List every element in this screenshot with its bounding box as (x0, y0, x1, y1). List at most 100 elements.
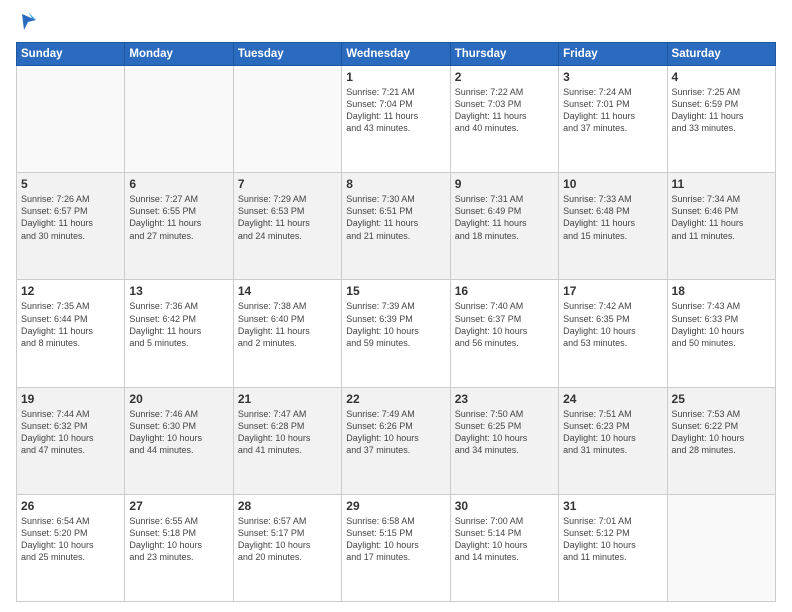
weekday-header-thursday: Thursday (450, 43, 558, 66)
calendar-cell-1-1: 6Sunrise: 7:27 AM Sunset: 6:55 PM Daylig… (125, 173, 233, 280)
cell-daylight-info: Sunrise: 7:44 AM Sunset: 6:32 PM Dayligh… (21, 408, 120, 457)
header (16, 10, 776, 34)
day-number: 9 (455, 177, 554, 191)
calendar-cell-0-3: 1 Sunrise: 7:21 AM Sunset: 7:04 PM Daylig… (342, 66, 450, 173)
day-number: 15 (346, 284, 445, 298)
calendar-header-row: SundayMondayTuesdayWednesdayThursdayFrid… (17, 43, 776, 66)
day-number: 7 (238, 177, 337, 191)
calendar-cell-1-0: 5 Sunrise: 7:26 AM Sunset: 6:57 PM Daylig… (17, 173, 125, 280)
day-number: 11 (672, 177, 771, 191)
cell-daylight-info: Sunrise: 7:34 AM Sunset: 6:46 PM Dayligh… (672, 193, 771, 242)
cell-daylight-info: Sunrise: 6:55 AM Sunset: 5:18 PM Dayligh… (129, 515, 228, 564)
cell-daylight-info: Sunrise: 7:33 AM Sunset: 6:48 PM Dayligh… (563, 193, 662, 242)
calendar-cell-0-6: 4 Sunrise: 7:25 AM Sunset: 6:59 PM Daylig… (667, 66, 775, 173)
day-number: 14 (238, 284, 337, 298)
calendar-cell-2-1: 13 Sunrise: 7:36 AM Sunset: 6:42 PM Dayli… (125, 280, 233, 387)
cell-daylight-info: Sunrise: 6:54 AM Sunset: 5:20 PM Dayligh… (21, 515, 120, 564)
calendar-cell-0-1 (125, 66, 233, 173)
calendar-cell-2-2: 14 Sunrise: 7:38 AM Sunset: 6:40 PM Dayli… (233, 280, 341, 387)
cell-daylight-info: Sunrise: 7:51 AM Sunset: 6:23 PM Dayligh… (563, 408, 662, 457)
calendar-cell-4-0: 26 Sunrise: 6:54 AM Sunset: 5:20 PM Dayli… (17, 494, 125, 601)
logo-bird-icon (18, 10, 38, 34)
weekday-header-sunday: Sunday (17, 43, 125, 66)
calendar-cell-4-1: 27Sunrise: 6:55 AM Sunset: 5:18 PM Dayli… (125, 494, 233, 601)
day-number: 13 (129, 284, 228, 298)
cell-daylight-info: Sunrise: 6:58 AM Sunset: 5:15 PM Dayligh… (346, 515, 445, 564)
day-number: 26 (21, 499, 120, 513)
weekday-header-monday: Monday (125, 43, 233, 66)
cell-daylight-info: Sunrise: 7:22 AM Sunset: 7:03 PM Dayligh… (455, 86, 554, 135)
cell-daylight-info: Sunrise: 7:36 AM Sunset: 6:42 PM Dayligh… (129, 300, 228, 349)
calendar-cell-4-4: 30 Sunrise: 7:00 AM Sunset: 5:14 PM Dayli… (450, 494, 558, 601)
calendar-cell-2-3: 15 Sunrise: 7:39 AM Sunset: 6:39 PM Dayli… (342, 280, 450, 387)
day-number: 1 (346, 70, 445, 84)
calendar-cell-3-3: 22 Sunrise: 7:49 AM Sunset: 6:26 PM Dayli… (342, 387, 450, 494)
weekday-header-tuesday: Tuesday (233, 43, 341, 66)
calendar-row-3: 19 Sunrise: 7:44 AM Sunset: 6:32 PM Dayli… (17, 387, 776, 494)
day-number: 28 (238, 499, 337, 513)
calendar-cell-3-5: 24 Sunrise: 7:51 AM Sunset: 6:23 PM Dayli… (559, 387, 667, 494)
cell-daylight-info: Sunrise: 7:39 AM Sunset: 6:39 PM Dayligh… (346, 300, 445, 349)
day-number: 24 (563, 392, 662, 406)
calendar-cell-1-2: 7 Sunrise: 7:29 AM Sunset: 6:53 PM Daylig… (233, 173, 341, 280)
calendar-cell-3-1: 20 Sunrise: 7:46 AM Sunset: 6:30 PM Dayli… (125, 387, 233, 494)
day-number: 30 (455, 499, 554, 513)
calendar-table: SundayMondayTuesdayWednesdayThursdayFrid… (16, 42, 776, 602)
calendar-cell-1-5: 10Sunrise: 7:33 AM Sunset: 6:48 PM Dayli… (559, 173, 667, 280)
cell-daylight-info: Sunrise: 7:00 AM Sunset: 5:14 PM Dayligh… (455, 515, 554, 564)
cell-daylight-info: Sunrise: 7:47 AM Sunset: 6:28 PM Dayligh… (238, 408, 337, 457)
calendar-cell-1-3: 8 Sunrise: 7:30 AM Sunset: 6:51 PM Daylig… (342, 173, 450, 280)
weekday-header-friday: Friday (559, 43, 667, 66)
calendar-cell-2-4: 16 Sunrise: 7:40 AM Sunset: 6:37 PM Dayli… (450, 280, 558, 387)
cell-daylight-info: Sunrise: 7:29 AM Sunset: 6:53 PM Dayligh… (238, 193, 337, 242)
day-number: 17 (563, 284, 662, 298)
calendar-cell-3-4: 23Sunrise: 7:50 AM Sunset: 6:25 PM Dayli… (450, 387, 558, 494)
calendar-row-0: 1 Sunrise: 7:21 AM Sunset: 7:04 PM Daylig… (17, 66, 776, 173)
cell-daylight-info: Sunrise: 7:26 AM Sunset: 6:57 PM Dayligh… (21, 193, 120, 242)
cell-daylight-info: Sunrise: 7:40 AM Sunset: 6:37 PM Dayligh… (455, 300, 554, 349)
cell-daylight-info: Sunrise: 7:46 AM Sunset: 6:30 PM Dayligh… (129, 408, 228, 457)
day-number: 5 (21, 177, 120, 191)
day-number: 22 (346, 392, 445, 406)
calendar-cell-3-0: 19 Sunrise: 7:44 AM Sunset: 6:32 PM Dayli… (17, 387, 125, 494)
logo (16, 10, 38, 34)
weekday-header-wednesday: Wednesday (342, 43, 450, 66)
cell-daylight-info: Sunrise: 7:49 AM Sunset: 6:26 PM Dayligh… (346, 408, 445, 457)
calendar-cell-1-6: 11 Sunrise: 7:34 AM Sunset: 6:46 PM Dayli… (667, 173, 775, 280)
day-number: 19 (21, 392, 120, 406)
calendar-cell-0-0 (17, 66, 125, 173)
cell-daylight-info: Sunrise: 7:30 AM Sunset: 6:51 PM Dayligh… (346, 193, 445, 242)
cell-daylight-info: Sunrise: 7:24 AM Sunset: 7:01 PM Dayligh… (563, 86, 662, 135)
calendar-row-4: 26 Sunrise: 6:54 AM Sunset: 5:20 PM Dayli… (17, 494, 776, 601)
day-number: 16 (455, 284, 554, 298)
cell-daylight-info: Sunrise: 7:38 AM Sunset: 6:40 PM Dayligh… (238, 300, 337, 349)
calendar-cell-4-5: 31Sunrise: 7:01 AM Sunset: 5:12 PM Dayli… (559, 494, 667, 601)
day-number: 4 (672, 70, 771, 84)
cell-daylight-info: Sunrise: 7:42 AM Sunset: 6:35 PM Dayligh… (563, 300, 662, 349)
day-number: 8 (346, 177, 445, 191)
cell-daylight-info: Sunrise: 7:25 AM Sunset: 6:59 PM Dayligh… (672, 86, 771, 135)
calendar-cell-0-5: 3Sunrise: 7:24 AM Sunset: 7:01 PM Daylig… (559, 66, 667, 173)
cell-daylight-info: Sunrise: 7:53 AM Sunset: 6:22 PM Dayligh… (672, 408, 771, 457)
calendar-row-1: 5 Sunrise: 7:26 AM Sunset: 6:57 PM Daylig… (17, 173, 776, 280)
cell-daylight-info: Sunrise: 7:27 AM Sunset: 6:55 PM Dayligh… (129, 193, 228, 242)
calendar-cell-3-6: 25Sunrise: 7:53 AM Sunset: 6:22 PM Dayli… (667, 387, 775, 494)
calendar-cell-2-0: 12Sunrise: 7:35 AM Sunset: 6:44 PM Dayli… (17, 280, 125, 387)
calendar-cell-3-2: 21 Sunrise: 7:47 AM Sunset: 6:28 PM Dayli… (233, 387, 341, 494)
cell-daylight-info: Sunrise: 7:35 AM Sunset: 6:44 PM Dayligh… (21, 300, 120, 349)
cell-daylight-info: Sunrise: 6:57 AM Sunset: 5:17 PM Dayligh… (238, 515, 337, 564)
calendar-cell-4-2: 28 Sunrise: 6:57 AM Sunset: 5:17 PM Dayli… (233, 494, 341, 601)
calendar-row-2: 12Sunrise: 7:35 AM Sunset: 6:44 PM Dayli… (17, 280, 776, 387)
day-number: 31 (563, 499, 662, 513)
day-number: 23 (455, 392, 554, 406)
calendar-cell-2-5: 17 Sunrise: 7:42 AM Sunset: 6:35 PM Dayli… (559, 280, 667, 387)
page: SundayMondayTuesdayWednesdayThursdayFrid… (0, 0, 792, 612)
cell-daylight-info: Sunrise: 7:31 AM Sunset: 6:49 PM Dayligh… (455, 193, 554, 242)
calendar-cell-1-4: 9 Sunrise: 7:31 AM Sunset: 6:49 PM Daylig… (450, 173, 558, 280)
calendar-cell-4-3: 29Sunrise: 6:58 AM Sunset: 5:15 PM Dayli… (342, 494, 450, 601)
cell-daylight-info: Sunrise: 7:43 AM Sunset: 6:33 PM Dayligh… (672, 300, 771, 349)
cell-daylight-info: Sunrise: 7:21 AM Sunset: 7:04 PM Dayligh… (346, 86, 445, 135)
calendar-cell-0-2 (233, 66, 341, 173)
day-number: 20 (129, 392, 228, 406)
day-number: 21 (238, 392, 337, 406)
